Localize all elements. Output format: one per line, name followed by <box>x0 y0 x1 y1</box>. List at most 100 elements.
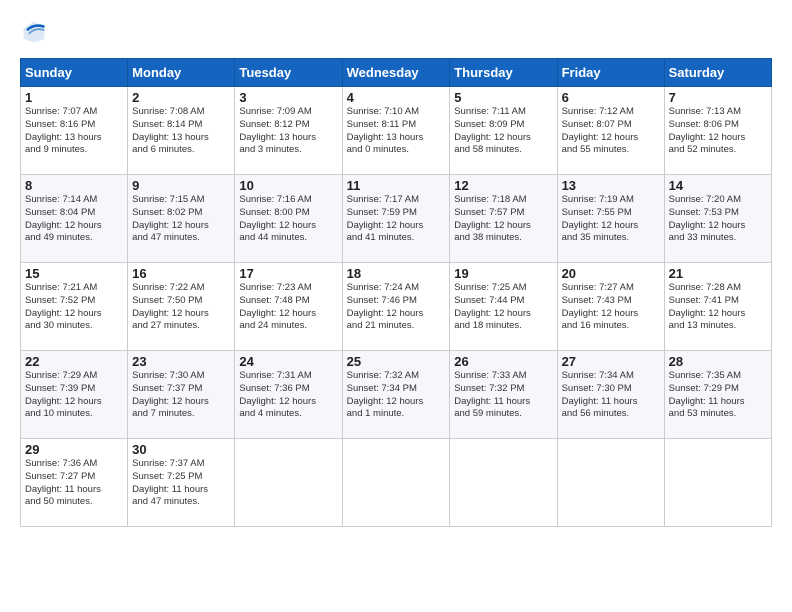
day-number: 2 <box>132 90 230 105</box>
calendar-cell: 16Sunrise: 7:22 AMSunset: 7:50 PMDayligh… <box>128 263 235 351</box>
logo <box>20 18 50 46</box>
cell-text: Sunrise: 7:19 AMSunset: 7:55 PMDaylight:… <box>562 194 660 245</box>
col-thursday: Thursday <box>450 59 557 87</box>
cell-text: Sunrise: 7:14 AMSunset: 8:04 PMDaylight:… <box>25 194 123 245</box>
col-wednesday: Wednesday <box>342 59 450 87</box>
cell-text: Sunrise: 7:25 AMSunset: 7:44 PMDaylight:… <box>454 282 552 333</box>
day-number: 4 <box>347 90 446 105</box>
cell-text: Sunrise: 7:20 AMSunset: 7:53 PMDaylight:… <box>669 194 767 245</box>
calendar-cell: 26Sunrise: 7:33 AMSunset: 7:32 PMDayligh… <box>450 351 557 439</box>
cell-text: Sunrise: 7:35 AMSunset: 7:29 PMDaylight:… <box>669 370 767 421</box>
cell-text: Sunrise: 7:16 AMSunset: 8:00 PMDaylight:… <box>239 194 337 245</box>
calendar-cell: 4Sunrise: 7:10 AMSunset: 8:11 PMDaylight… <box>342 87 450 175</box>
calendar-cell <box>450 439 557 527</box>
col-tuesday: Tuesday <box>235 59 342 87</box>
day-number: 12 <box>454 178 552 193</box>
calendar-cell: 10Sunrise: 7:16 AMSunset: 8:00 PMDayligh… <box>235 175 342 263</box>
calendar-cell: 27Sunrise: 7:34 AMSunset: 7:30 PMDayligh… <box>557 351 664 439</box>
day-number: 3 <box>239 90 337 105</box>
calendar-table: Sunday Monday Tuesday Wednesday Thursday… <box>20 58 772 527</box>
calendar-cell: 12Sunrise: 7:18 AMSunset: 7:57 PMDayligh… <box>450 175 557 263</box>
calendar-cell: 25Sunrise: 7:32 AMSunset: 7:34 PMDayligh… <box>342 351 450 439</box>
day-number: 8 <box>25 178 123 193</box>
calendar-cell: 8Sunrise: 7:14 AMSunset: 8:04 PMDaylight… <box>21 175 128 263</box>
cell-text: Sunrise: 7:33 AMSunset: 7:32 PMDaylight:… <box>454 370 552 421</box>
cell-text: Sunrise: 7:09 AMSunset: 8:12 PMDaylight:… <box>239 106 337 157</box>
day-number: 19 <box>454 266 552 281</box>
day-number: 28 <box>669 354 767 369</box>
day-number: 17 <box>239 266 337 281</box>
week-row: 29Sunrise: 7:36 AMSunset: 7:27 PMDayligh… <box>21 439 772 527</box>
cell-text: Sunrise: 7:30 AMSunset: 7:37 PMDaylight:… <box>132 370 230 421</box>
day-number: 7 <box>669 90 767 105</box>
day-number: 29 <box>25 442 123 457</box>
header <box>20 18 772 46</box>
col-saturday: Saturday <box>664 59 771 87</box>
cell-text: Sunrise: 7:37 AMSunset: 7:25 PMDaylight:… <box>132 458 230 509</box>
cell-text: Sunrise: 7:24 AMSunset: 7:46 PMDaylight:… <box>347 282 446 333</box>
calendar-cell: 20Sunrise: 7:27 AMSunset: 7:43 PMDayligh… <box>557 263 664 351</box>
cell-text: Sunrise: 7:07 AMSunset: 8:16 PMDaylight:… <box>25 106 123 157</box>
week-row: 8Sunrise: 7:14 AMSunset: 8:04 PMDaylight… <box>21 175 772 263</box>
calendar-cell: 29Sunrise: 7:36 AMSunset: 7:27 PMDayligh… <box>21 439 128 527</box>
calendar-cell: 5Sunrise: 7:11 AMSunset: 8:09 PMDaylight… <box>450 87 557 175</box>
calendar-cell <box>342 439 450 527</box>
calendar-header: Sunday Monday Tuesday Wednesday Thursday… <box>21 59 772 87</box>
cell-text: Sunrise: 7:12 AMSunset: 8:07 PMDaylight:… <box>562 106 660 157</box>
day-number: 16 <box>132 266 230 281</box>
cell-text: Sunrise: 7:23 AMSunset: 7:48 PMDaylight:… <box>239 282 337 333</box>
calendar-cell: 13Sunrise: 7:19 AMSunset: 7:55 PMDayligh… <box>557 175 664 263</box>
cell-text: Sunrise: 7:18 AMSunset: 7:57 PMDaylight:… <box>454 194 552 245</box>
col-monday: Monday <box>128 59 235 87</box>
day-number: 15 <box>25 266 123 281</box>
day-number: 25 <box>347 354 446 369</box>
day-number: 27 <box>562 354 660 369</box>
calendar-cell: 17Sunrise: 7:23 AMSunset: 7:48 PMDayligh… <box>235 263 342 351</box>
day-number: 10 <box>239 178 337 193</box>
col-friday: Friday <box>557 59 664 87</box>
cell-text: Sunrise: 7:29 AMSunset: 7:39 PMDaylight:… <box>25 370 123 421</box>
day-number: 9 <box>132 178 230 193</box>
calendar-cell: 7Sunrise: 7:13 AMSunset: 8:06 PMDaylight… <box>664 87 771 175</box>
calendar-cell: 19Sunrise: 7:25 AMSunset: 7:44 PMDayligh… <box>450 263 557 351</box>
day-number: 14 <box>669 178 767 193</box>
cell-text: Sunrise: 7:08 AMSunset: 8:14 PMDaylight:… <box>132 106 230 157</box>
calendar-cell: 30Sunrise: 7:37 AMSunset: 7:25 PMDayligh… <box>128 439 235 527</box>
calendar-cell: 21Sunrise: 7:28 AMSunset: 7:41 PMDayligh… <box>664 263 771 351</box>
day-number: 18 <box>347 266 446 281</box>
calendar-cell <box>235 439 342 527</box>
calendar-cell: 14Sunrise: 7:20 AMSunset: 7:53 PMDayligh… <box>664 175 771 263</box>
cell-text: Sunrise: 7:11 AMSunset: 8:09 PMDaylight:… <box>454 106 552 157</box>
calendar-cell: 15Sunrise: 7:21 AMSunset: 7:52 PMDayligh… <box>21 263 128 351</box>
cell-text: Sunrise: 7:36 AMSunset: 7:27 PMDaylight:… <box>25 458 123 509</box>
cell-text: Sunrise: 7:15 AMSunset: 8:02 PMDaylight:… <box>132 194 230 245</box>
day-number: 21 <box>669 266 767 281</box>
calendar-cell: 28Sunrise: 7:35 AMSunset: 7:29 PMDayligh… <box>664 351 771 439</box>
day-number: 24 <box>239 354 337 369</box>
day-number: 6 <box>562 90 660 105</box>
day-number: 1 <box>25 90 123 105</box>
week-row: 1Sunrise: 7:07 AMSunset: 8:16 PMDaylight… <box>21 87 772 175</box>
cell-text: Sunrise: 7:31 AMSunset: 7:36 PMDaylight:… <box>239 370 337 421</box>
calendar-cell: 1Sunrise: 7:07 AMSunset: 8:16 PMDaylight… <box>21 87 128 175</box>
day-number: 23 <box>132 354 230 369</box>
cell-text: Sunrise: 7:34 AMSunset: 7:30 PMDaylight:… <box>562 370 660 421</box>
day-number: 22 <box>25 354 123 369</box>
calendar-cell: 9Sunrise: 7:15 AMSunset: 8:02 PMDaylight… <box>128 175 235 263</box>
calendar-cell: 2Sunrise: 7:08 AMSunset: 8:14 PMDaylight… <box>128 87 235 175</box>
day-number: 30 <box>132 442 230 457</box>
day-number: 11 <box>347 178 446 193</box>
calendar-cell: 23Sunrise: 7:30 AMSunset: 7:37 PMDayligh… <box>128 351 235 439</box>
logo-icon <box>20 18 48 46</box>
day-number: 26 <box>454 354 552 369</box>
calendar-cell: 18Sunrise: 7:24 AMSunset: 7:46 PMDayligh… <box>342 263 450 351</box>
calendar-cell: 24Sunrise: 7:31 AMSunset: 7:36 PMDayligh… <box>235 351 342 439</box>
cell-text: Sunrise: 7:28 AMSunset: 7:41 PMDaylight:… <box>669 282 767 333</box>
cell-text: Sunrise: 7:27 AMSunset: 7:43 PMDaylight:… <box>562 282 660 333</box>
calendar-body: 1Sunrise: 7:07 AMSunset: 8:16 PMDaylight… <box>21 87 772 527</box>
header-row: Sunday Monday Tuesday Wednesday Thursday… <box>21 59 772 87</box>
day-number: 20 <box>562 266 660 281</box>
cell-text: Sunrise: 7:13 AMSunset: 8:06 PMDaylight:… <box>669 106 767 157</box>
cell-text: Sunrise: 7:22 AMSunset: 7:50 PMDaylight:… <box>132 282 230 333</box>
calendar-cell <box>664 439 771 527</box>
